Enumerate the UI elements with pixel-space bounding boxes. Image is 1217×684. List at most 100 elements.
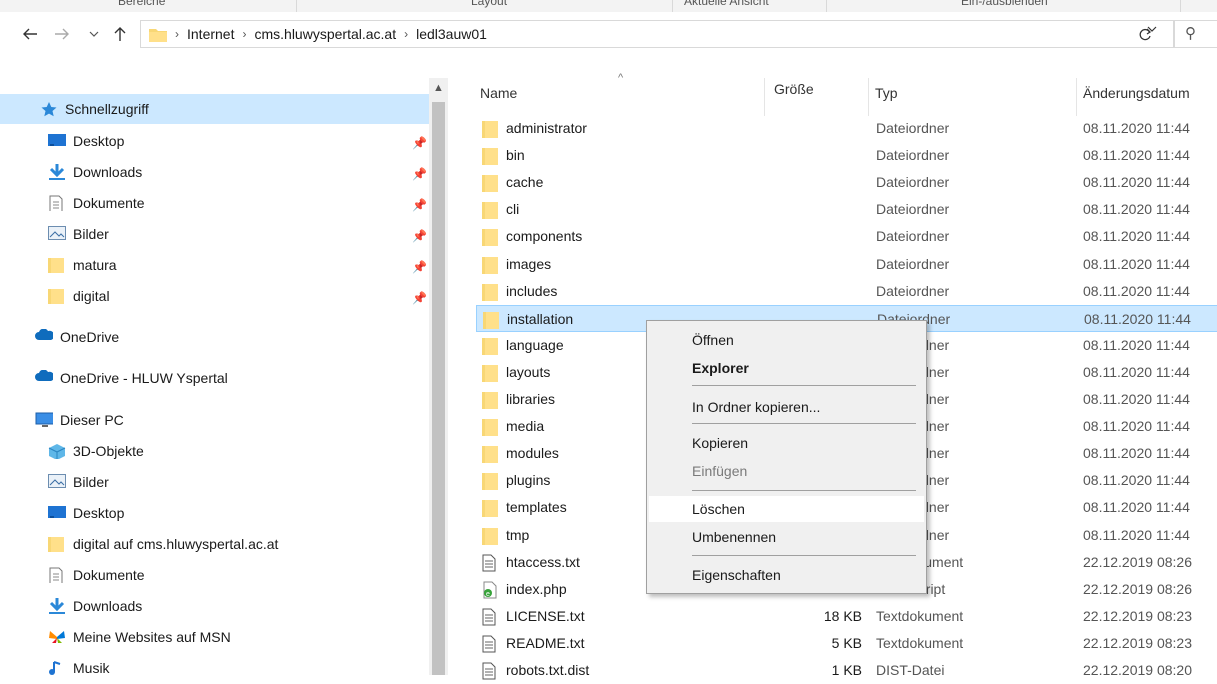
file-row[interactable]: administrator Dateiordner 08.11.2020 11:44 bbox=[476, 115, 1217, 142]
pin-icon[interactable]: 📌 bbox=[412, 136, 427, 150]
back-button[interactable] bbox=[20, 24, 40, 44]
nav-item-dieser-pc[interactable]: Dieser PC bbox=[35, 405, 124, 435]
desktop-icon bbox=[48, 506, 66, 518]
download-arrow-icon bbox=[49, 164, 65, 180]
menu-item-in-ordner-kopieren[interactable]: In Ordner kopieren... bbox=[649, 394, 924, 420]
column-divider[interactable] bbox=[1076, 78, 1077, 116]
pin-icon[interactable]: 📌 bbox=[412, 198, 427, 212]
nav-item-dokumente[interactable]: Dokumente bbox=[48, 188, 145, 218]
nav-item-3d-objekte[interactable]: 3D-Objekte bbox=[48, 436, 144, 466]
column-header-name[interactable]: Name bbox=[480, 78, 517, 108]
refresh-button[interactable] bbox=[1138, 28, 1152, 42]
file-date: 08.11.2020 11:44 bbox=[1083, 120, 1190, 136]
file-row[interactable]: bin Dateiordner 08.11.2020 11:44 bbox=[476, 142, 1217, 169]
search-input[interactable]: ⚲ bbox=[1174, 20, 1217, 48]
up-button[interactable] bbox=[110, 24, 130, 44]
menu-item-explorer[interactable]: Explorer bbox=[649, 355, 924, 381]
breadcrumb-separator-icon: › bbox=[242, 27, 247, 41]
file-name: LICENSE.txt bbox=[506, 607, 585, 624]
folder-icon bbox=[482, 147, 498, 166]
nav-item-dokumente-pc[interactable]: Dokumente bbox=[48, 560, 145, 590]
file-name: bin bbox=[506, 147, 525, 164]
nav-item-downloads-pc[interactable]: Downloads bbox=[48, 591, 142, 621]
ribbon-group-aktuelle-ansicht[interactable]: Aktuelle Ansicht bbox=[684, 0, 769, 8]
file-date: 08.11.2020 11:44 bbox=[1083, 391, 1190, 407]
ribbon-group-layout[interactable]: Layout bbox=[471, 0, 507, 8]
menu-item-umbenennen[interactable]: Umbenennen bbox=[649, 524, 924, 550]
column-header-date[interactable]: Änderungsdatum bbox=[1083, 78, 1190, 108]
menu-separator bbox=[692, 555, 916, 556]
breadcrumb-internet[interactable]: Internet bbox=[187, 26, 234, 42]
folder-icon bbox=[482, 364, 498, 382]
pin-icon[interactable]: 📌 bbox=[412, 260, 427, 274]
file-row[interactable]: components Dateiordner 08.11.2020 11:44 bbox=[476, 223, 1217, 250]
menu-item-oeffnen[interactable]: Öffnen bbox=[649, 327, 924, 353]
file-name: cache bbox=[506, 174, 544, 191]
pin-icon[interactable]: 📌 bbox=[412, 291, 427, 305]
nav-item-schnellzugriff[interactable]: Schnellzugriff bbox=[0, 94, 429, 124]
nav-item-onedrive[interactable]: OneDrive bbox=[35, 322, 119, 352]
menu-item-kopieren[interactable]: Kopieren bbox=[649, 430, 924, 456]
file-date: 08.11.2020 11:44 bbox=[1083, 174, 1190, 191]
nav-item-digital-cms[interactable]: digital auf cms.hluwyspertal.ac.at bbox=[48, 529, 278, 559]
column-header-type[interactable]: Typ bbox=[875, 78, 898, 108]
navigation-pane-scrollbar[interactable]: ▲ bbox=[429, 78, 448, 675]
address-bar[interactable]: › Internet › cms.hluwyspertal.ac.at › le… bbox=[140, 20, 1174, 48]
pin-icon[interactable]: 📌 bbox=[412, 229, 427, 243]
document-icon bbox=[49, 567, 63, 583]
file-row[interactable]: includes Dateiordner 08.11.2020 11:44 bbox=[476, 278, 1217, 305]
menu-item-eigenschaften[interactable]: Eigenschaften bbox=[649, 562, 924, 588]
scrollbar-thumb[interactable] bbox=[432, 102, 445, 675]
column-divider[interactable] bbox=[764, 78, 765, 116]
file-date: 22.12.2019 08:20 bbox=[1083, 662, 1192, 678]
file-type: Textdokument bbox=[876, 634, 964, 651]
file-name: templates bbox=[506, 499, 567, 516]
file-type: Dateiordner bbox=[876, 201, 950, 218]
folder-icon bbox=[482, 228, 498, 247]
breadcrumb-current-folder[interactable]: ledl3auw01 bbox=[416, 26, 487, 42]
file-row[interactable]: cli Dateiordner 08.11.2020 11:44 bbox=[476, 196, 1217, 223]
file-name: cli bbox=[506, 201, 520, 218]
breadcrumb-separator-icon: › bbox=[175, 27, 179, 41]
download-arrow-icon bbox=[49, 598, 65, 614]
scroll-up-icon[interactable]: ▲ bbox=[433, 82, 444, 94]
folder-icon bbox=[482, 174, 498, 193]
file-row[interactable]: images Dateiordner 08.11.2020 11:44 bbox=[476, 251, 1217, 278]
ribbon-group-bereiche[interactable]: Bereiche bbox=[118, 0, 165, 8]
file-row[interactable]: cache Dateiordner 08.11.2020 11:44 bbox=[476, 169, 1217, 196]
nav-item-digital[interactable]: digital bbox=[48, 281, 110, 311]
folder-icon bbox=[149, 28, 167, 42]
nav-item-desktop-pc[interactable]: Desktop bbox=[48, 498, 124, 528]
nav-item-musik[interactable]: Musik bbox=[48, 653, 110, 683]
breadcrumb-host[interactable]: cms.hluwyspertal.ac.at bbox=[254, 26, 396, 42]
column-divider[interactable] bbox=[868, 78, 869, 116]
ribbon-group-ein-ausblenden[interactable]: Ein-/ausblenden bbox=[961, 0, 1048, 8]
folder-icon bbox=[483, 311, 499, 329]
file-row[interactable]: LICENSE.txt 18 KB Textdokument 22.12.2019 0… bbox=[476, 603, 1217, 630]
folder-icon bbox=[482, 201, 498, 220]
file-row[interactable]: README.txt 5 KB Textdokument 22.12.2019 08:… bbox=[476, 630, 1217, 657]
nav-item-matura[interactable]: matura bbox=[48, 250, 117, 280]
file-type: Dateiordner bbox=[876, 120, 950, 136]
folder-icon bbox=[482, 418, 498, 437]
nav-item-downloads[interactable]: Downloads bbox=[48, 157, 142, 187]
pin-icon[interactable]: 📌 bbox=[412, 167, 427, 181]
folder-icon bbox=[48, 258, 64, 273]
recent-locations-button[interactable] bbox=[84, 24, 104, 44]
menu-item-loeschen[interactable]: Löschen bbox=[649, 496, 924, 522]
pictures-icon bbox=[48, 474, 66, 488]
file-name: plugins bbox=[506, 472, 551, 489]
nav-item-msn[interactable]: Meine Websites auf MSN bbox=[48, 622, 231, 652]
nav-item-bilder[interactable]: Bilder bbox=[48, 219, 109, 249]
nav-item-bilder-pc[interactable]: Bilder bbox=[48, 467, 109, 497]
file-name: images bbox=[506, 255, 552, 272]
forward-button[interactable] bbox=[52, 24, 72, 44]
file-size: 18 KB bbox=[823, 607, 862, 624]
svg-text:e: e bbox=[486, 591, 490, 598]
nav-item-desktop[interactable]: Desktop bbox=[48, 126, 124, 156]
nav-item-onedrive-hluw[interactable]: OneDrive - HLUW Yspertal bbox=[35, 363, 228, 393]
column-header-size[interactable]: Größe bbox=[774, 74, 814, 104]
file-row[interactable]: robots.txt.dist 1 KB DIST-Datei 22.12.2019 … bbox=[476, 657, 1217, 684]
file-date: 08.11.2020 11:44 bbox=[1083, 445, 1190, 462]
file-date: 08.11.2020 11:44 bbox=[1083, 147, 1190, 164]
